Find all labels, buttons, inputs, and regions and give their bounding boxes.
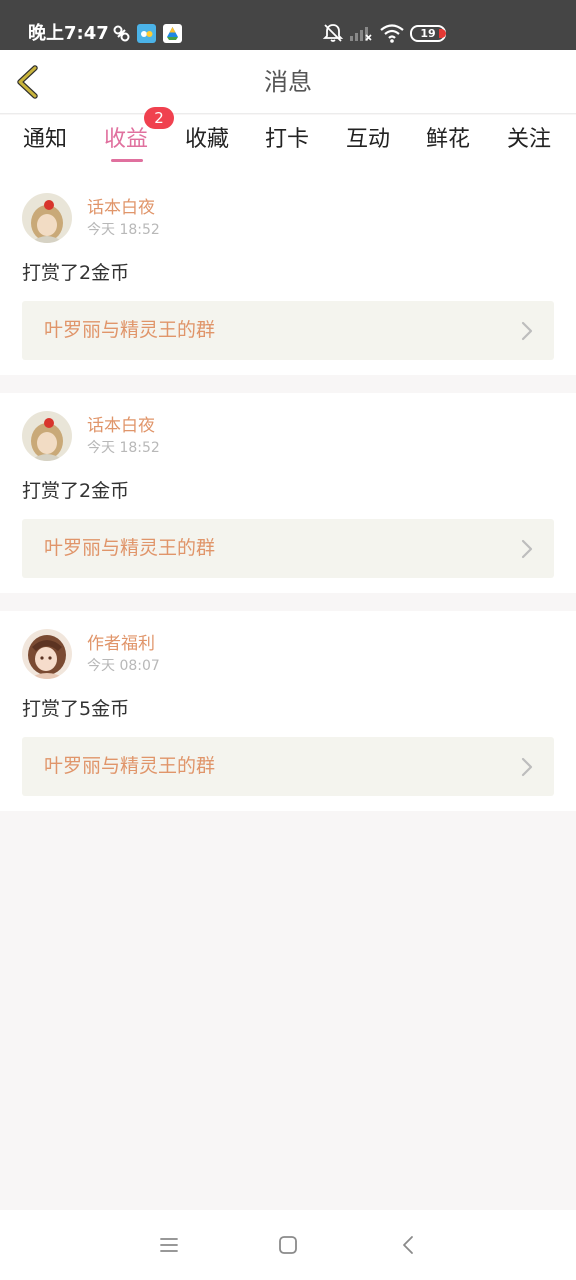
chevron-right-icon [521, 757, 533, 777]
group-name: 叶罗丽与精灵王的群 [44, 755, 216, 777]
avatar[interactable] [22, 629, 72, 679]
author-name[interactable]: 话本白夜 [87, 197, 155, 219]
message-text: 打赏了2金币 [22, 480, 130, 502]
group-link[interactable]: 叶罗丽与精灵王的群 [22, 519, 554, 578]
message-text: 打赏了5金币 [22, 698, 130, 720]
message-card: 话本白夜 今天 18:52 打赏了2金币 叶罗丽与精灵王的群 [0, 393, 576, 593]
chevron-right-icon [521, 539, 533, 559]
author-name[interactable]: 话本白夜 [87, 415, 155, 437]
tab-interactions[interactable]: 互动 [346, 125, 390, 155]
status-bar: 晚上7:47 19 [0, 0, 576, 50]
chevron-right-icon [521, 321, 533, 341]
timestamp: 今天 18:52 [87, 222, 160, 238]
tab-earnings[interactable]: 收益 [104, 125, 148, 155]
system-nav-bar [0, 1210, 576, 1280]
page-title: 消息 [264, 68, 312, 96]
tab-badge: 2 [144, 107, 174, 129]
tab-following[interactable]: 关注 [507, 125, 551, 155]
signal-icon [350, 27, 372, 41]
tab-notifications[interactable]: 通知 [23, 125, 67, 155]
tab-bar: 通知 收益 收藏 打卡 互动 鲜花 关注 [0, 115, 576, 175]
group-link[interactable]: 叶罗丽与精灵王的群 [22, 737, 554, 796]
menu-icon[interactable] [158, 1234, 180, 1256]
home-icon[interactable] [277, 1234, 299, 1256]
author-name[interactable]: 作者福利 [87, 633, 155, 655]
group-name: 叶罗丽与精灵王的群 [44, 319, 216, 341]
timestamp: 今天 18:52 [87, 440, 160, 456]
game-app-icon [137, 24, 156, 43]
wifi-icon [380, 24, 404, 43]
message-card: 话本白夜 今天 18:52 打赏了2金币 叶罗丽与精灵王的群 [0, 175, 576, 375]
group-name: 叶罗丽与精灵王的群 [44, 537, 216, 559]
battery-indicator: 19 [410, 25, 446, 42]
status-time: 晚上7:47 [28, 23, 109, 44]
message-text: 打赏了2金币 [22, 262, 130, 284]
notification-app-icon [113, 25, 130, 42]
group-link[interactable]: 叶罗丽与精灵王的群 [22, 301, 554, 360]
back-icon[interactable] [398, 1234, 420, 1256]
drive-app-icon [163, 24, 182, 43]
timestamp: 今天 08:07 [87, 658, 160, 674]
avatar[interactable] [22, 193, 72, 243]
message-card: 作者福利 今天 08:07 打赏了5金币 叶罗丽与精灵王的群 [0, 611, 576, 811]
header: 消息 [0, 50, 576, 114]
active-tab-indicator [111, 159, 143, 162]
tab-checkin[interactable]: 打卡 [265, 125, 309, 155]
tab-favorites[interactable]: 收藏 [185, 125, 229, 155]
tab-flowers[interactable]: 鲜花 [426, 125, 470, 155]
mute-bell-icon [322, 24, 344, 42]
avatar[interactable] [22, 411, 72, 461]
